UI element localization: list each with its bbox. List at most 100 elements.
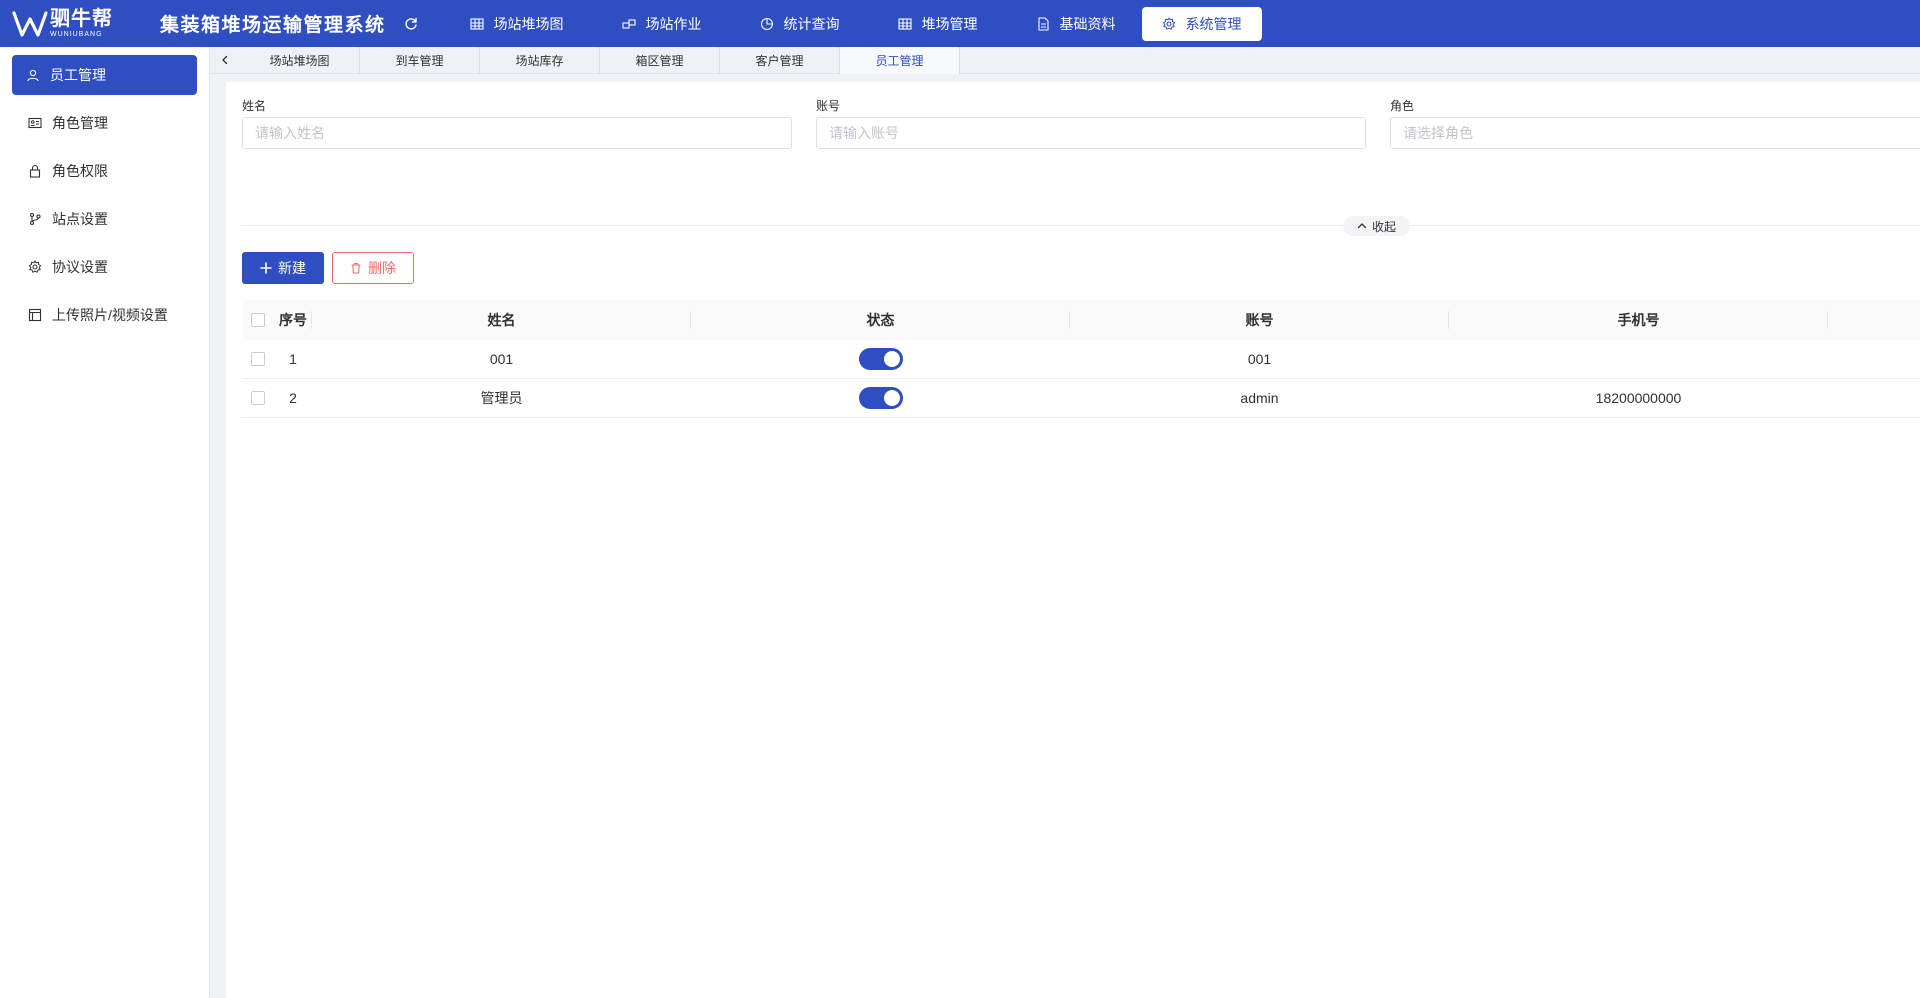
- chevron-left-icon[interactable]: [210, 47, 240, 74]
- new-button-label: 新建: [278, 260, 306, 276]
- cell-status: [691, 379, 1070, 417]
- account-input-placeholder: 请输入账号: [829, 125, 899, 141]
- tab-box-area-management[interactable]: 箱区管理: [600, 46, 720, 74]
- status-toggle[interactable]: [858, 387, 903, 409]
- tab-yard-inventory[interactable]: 场站库存: [480, 46, 600, 74]
- filter-role-label: 角色: [1390, 99, 1415, 113]
- tab-yard-map[interactable]: 场站堆场图: [240, 46, 360, 74]
- sidebar-item-label: 角色管理: [52, 115, 108, 131]
- logo-subtitle: WUNIUBANG: [50, 31, 103, 38]
- gear-icon: [1162, 17, 1175, 30]
- nav-label: 堆场管理: [921, 15, 978, 32]
- sidebar-item-protocol-settings[interactable]: 协议设置: [12, 247, 197, 287]
- app-title: 集装箱堆场运输管理系统: [160, 14, 386, 36]
- sidebar-item-label: 协议设置: [52, 259, 108, 275]
- sidebar: 员工管理 角色管理 角色权限 站点设置 协议设置 上传照片/视频设置: [0, 47, 210, 998]
- sidebar-item-label: 员工管理: [50, 67, 106, 83]
- column-header-status: 状态: [691, 300, 1070, 340]
- filter-account-label: 账号: [816, 99, 841, 113]
- status-toggle[interactable]: [858, 348, 903, 370]
- filter-name-label: 姓名: [242, 99, 267, 113]
- new-button[interactable]: 新建: [242, 252, 324, 284]
- branch-icon: [29, 212, 41, 226]
- toggle-knob: [883, 351, 900, 367]
- collapse-button[interactable]: 收起: [1343, 216, 1411, 236]
- sidebar-item-role-permissions[interactable]: 角色权限: [12, 151, 197, 191]
- refresh-icon[interactable]: [402, 15, 420, 33]
- role-select[interactable]: 请选择角色: [1390, 117, 1920, 149]
- select-all-checkbox[interactable]: [251, 313, 265, 327]
- filter-name: 姓名 请输入姓名: [242, 98, 792, 149]
- header-checkbox-cell: [242, 300, 274, 340]
- cell-account: 001: [1247, 351, 1272, 367]
- column-header-account: 账号: [1070, 300, 1449, 340]
- filter-divider: [242, 225, 1920, 226]
- tab-customer-management[interactable]: 客户管理: [720, 46, 840, 74]
- id-card-icon: [28, 117, 42, 129]
- nav-basic-data[interactable]: 基础资料: [1010, 7, 1134, 41]
- chevron-up-icon: [1357, 223, 1367, 229]
- pie-chart-icon: [760, 17, 773, 30]
- table-row: 2 管理员 admin 18200000000: [242, 379, 1920, 418]
- nav-statistics[interactable]: 统计查询: [734, 7, 858, 41]
- user-icon: [27, 69, 39, 82]
- grid-icon: [469, 17, 484, 30]
- row-checkbox[interactable]: [251, 391, 265, 405]
- nav-label: 基础资料: [1059, 15, 1116, 32]
- nav-yard-management[interactable]: 堆场管理: [872, 7, 996, 41]
- role-select-placeholder: 请选择角色: [1403, 125, 1473, 141]
- nav-system-management[interactable]: 系统管理: [1141, 6, 1262, 41]
- tab-staff-management[interactable]: 员工管理: [840, 46, 960, 74]
- boxes-icon: [621, 18, 636, 29]
- row-checkbox-cell: [242, 379, 274, 417]
- sidebar-item-label: 站点设置: [52, 211, 108, 227]
- cell-phone: [1449, 340, 1828, 378]
- name-input[interactable]: 请输入姓名: [242, 117, 792, 149]
- row-checkbox-cell: [242, 340, 274, 378]
- column-header-name: 姓名: [312, 300, 691, 340]
- sidebar-item-upload-media-settings[interactable]: 上传照片/视频设置: [12, 295, 197, 335]
- staff-table: 序号 姓名 状态 账号 手机号 1 001 001 2 管理员 admin 18…: [242, 300, 1920, 418]
- nav-yard-operations[interactable]: 场站作业: [596, 7, 720, 41]
- top-bar: 驷牛帮 WUNIUBANG 集装箱堆场运输管理系统 场站堆场图 场站作业 统计查…: [0, 0, 1920, 47]
- cell-phone: 18200000000: [1595, 390, 1682, 406]
- tab-arrival-management[interactable]: 到车管理: [360, 46, 480, 74]
- logo-name: 驷牛帮: [50, 8, 113, 30]
- layout-icon: [28, 308, 42, 322]
- main-panel: 姓名 请输入姓名 账号 请输入账号 角色 请选择角色 收起 新建 删除 序号 姓…: [226, 82, 1920, 998]
- cell-account: admin: [1240, 390, 1279, 406]
- delete-button[interactable]: 删除: [332, 252, 414, 284]
- cell-name: 管理员: [480, 390, 523, 406]
- nav-label: 系统管理: [1185, 15, 1242, 32]
- name-input-placeholder: 请输入姓名: [255, 125, 325, 141]
- logo-mark-icon: [12, 10, 48, 37]
- sidebar-item-label: 角色权限: [52, 163, 108, 179]
- nav-label: 场站堆场图: [493, 15, 564, 32]
- nav-yard-map[interactable]: 场站堆场图: [444, 7, 582, 41]
- cell-index: 1: [289, 351, 297, 367]
- sidebar-item-staff-management[interactable]: 员工管理: [12, 55, 197, 95]
- column-header-index: 序号: [274, 300, 312, 340]
- table-header: 序号 姓名 状态 账号 手机号: [242, 300, 1920, 340]
- sidebar-item-role-management[interactable]: 角色管理: [12, 103, 197, 143]
- gear-icon: [28, 260, 42, 273]
- table-row: 1 001 001: [242, 340, 1920, 379]
- sidebar-item-label: 上传照片/视频设置: [52, 307, 168, 323]
- cell-status: [691, 340, 1070, 378]
- cell-more: [1828, 379, 1920, 417]
- page-tabs: 场站堆场图 到车管理 场站库存 箱区管理 客户管理 员工管理: [210, 46, 1920, 74]
- delete-button-label: 删除: [368, 260, 396, 276]
- account-input[interactable]: 请输入账号: [816, 117, 1366, 149]
- sidebar-item-site-settings[interactable]: 站点设置: [12, 199, 197, 239]
- main-nav: 场站堆场图 场站作业 统计查询 堆场管理 基础资料 系统管理: [444, 0, 1276, 47]
- trash-icon: [351, 262, 361, 274]
- grid-icon: [897, 17, 912, 30]
- cell-name: 001: [489, 351, 514, 367]
- nav-label: 统计查询: [783, 15, 840, 32]
- column-header-phone: 手机号: [1449, 300, 1828, 340]
- logo: 驷牛帮 WUNIUBANG: [12, 9, 124, 39]
- cell-index: 2: [289, 390, 297, 406]
- row-checkbox[interactable]: [251, 352, 265, 366]
- document-icon: [1037, 16, 1049, 31]
- nav-label: 场站作业: [645, 15, 702, 32]
